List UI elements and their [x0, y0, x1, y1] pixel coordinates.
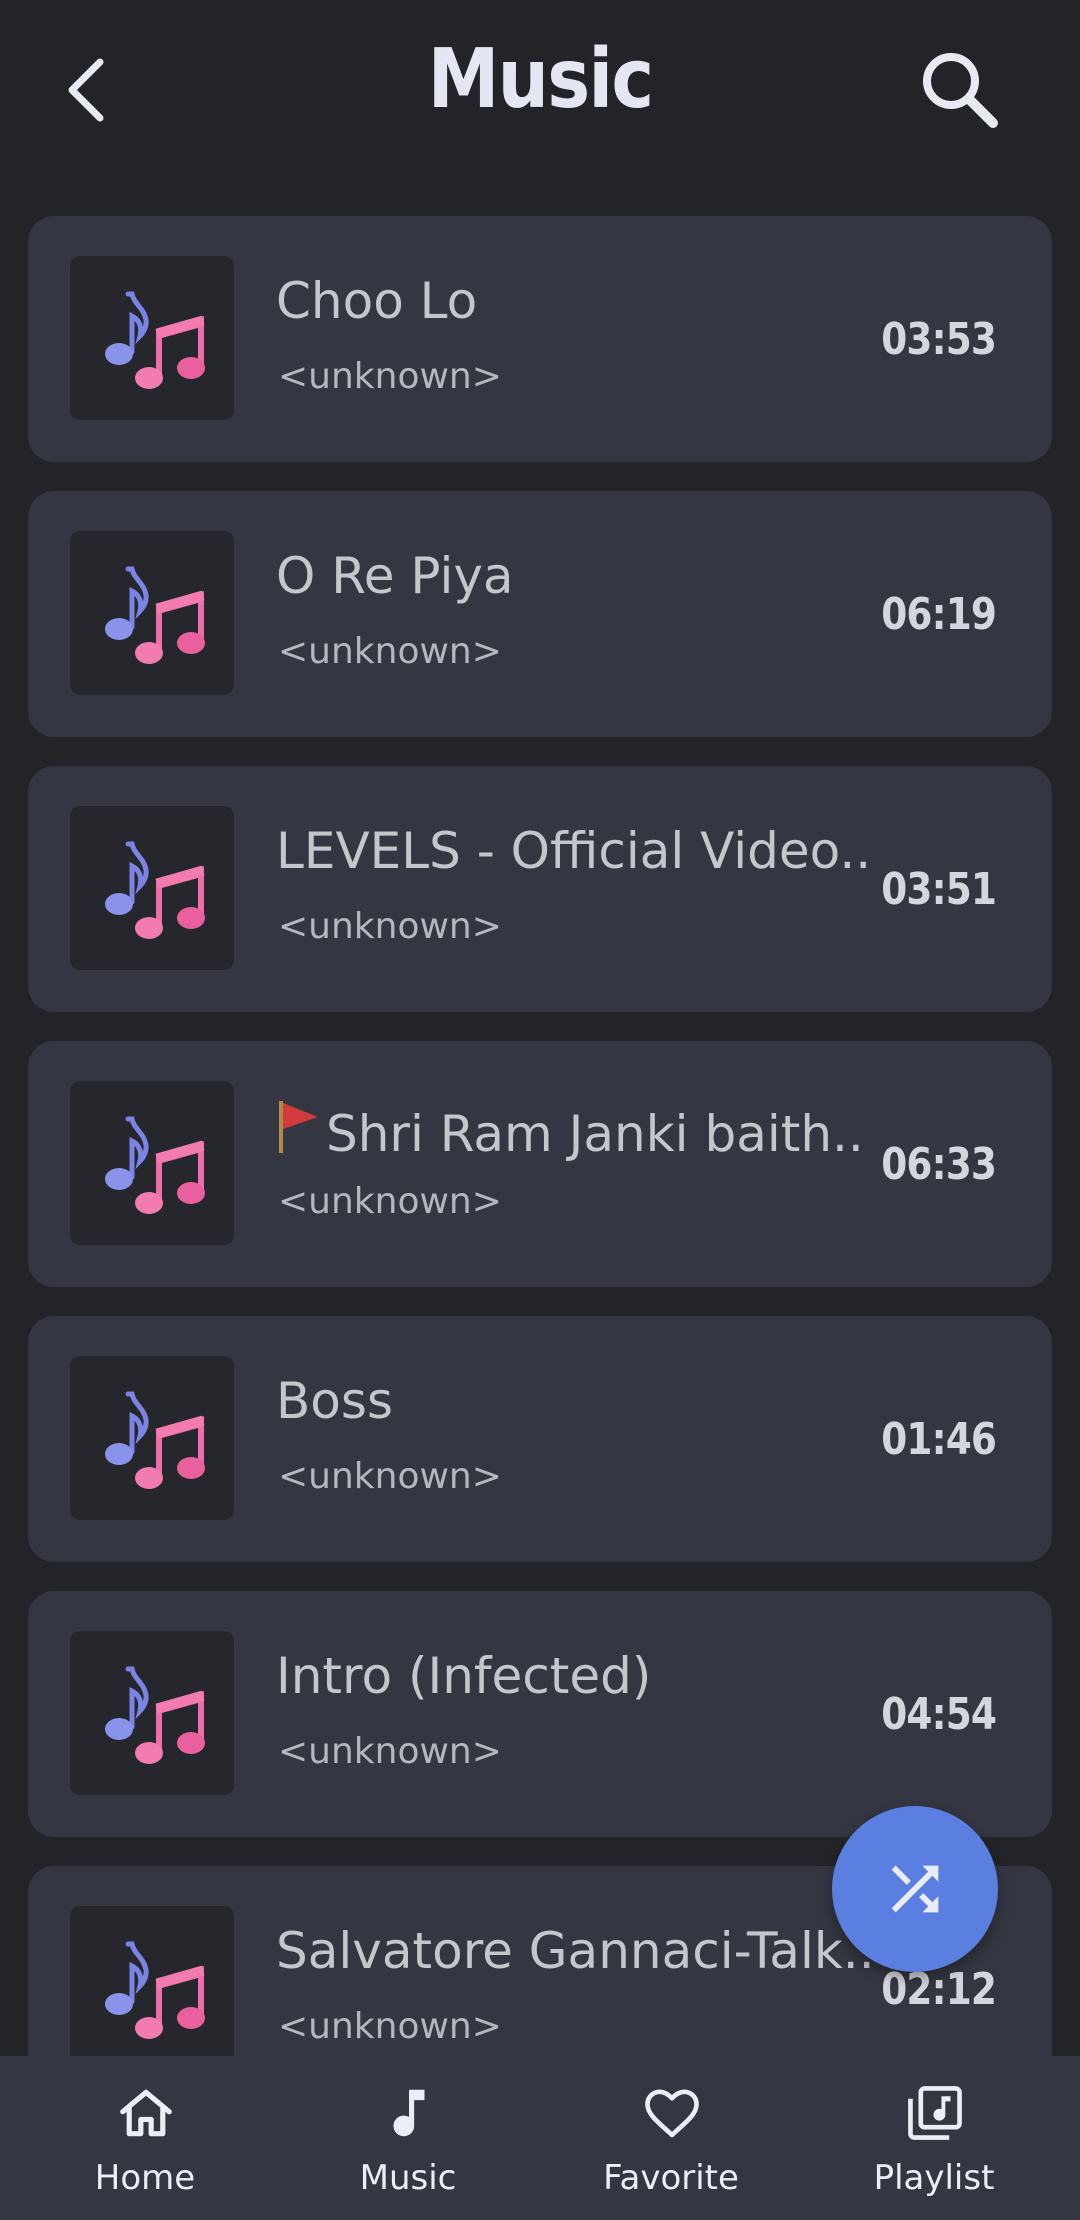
nav-favorite[interactable]: Favorite [536, 2056, 806, 2220]
song-artist: <unknown> [278, 1456, 502, 1497]
bottom-navigation: Home Music Favorite Playlist [0, 2056, 1080, 2220]
song-title: Salvatore Gannaci-Talk.. [276, 1922, 896, 1980]
song-artist: <unknown> [278, 1731, 502, 1772]
song-title-text: Boss [276, 1372, 393, 1430]
song-title-text: Shri Ram Janki baith.. [326, 1105, 864, 1163]
song-duration: 06:19 [881, 589, 997, 640]
search-icon [923, 53, 998, 128]
song-artist: <unknown> [278, 906, 502, 947]
music-notes-icon [105, 1941, 205, 2039]
album-art-thumbnail [70, 1906, 234, 2070]
song-title-text: LEVELS - Official Video.. [276, 822, 872, 880]
song-title: Shri Ram Janki baith.. [276, 1097, 896, 1163]
song-title-text: Intro (Infected) [276, 1647, 652, 1705]
song-artist: <unknown> [278, 356, 502, 397]
song-title: Intro (Infected) [276, 1647, 896, 1705]
song-card[interactable]: O Re Piya <unknown> 06:19 [28, 491, 1052, 737]
nav-playlist[interactable]: Playlist [799, 2056, 1069, 2220]
nav-home-label: Home [94, 2158, 196, 2198]
song-card[interactable]: Choo Lo <unknown> 03:53 [28, 216, 1052, 462]
music-notes-icon [105, 566, 205, 664]
album-art-thumbnail [70, 531, 234, 695]
song-title-text: O Re Piya [276, 547, 514, 605]
song-card[interactable]: LEVELS - Official Video.. <unknown> 03:5… [28, 766, 1052, 1012]
album-art-thumbnail [70, 1631, 234, 1795]
home-icon [120, 2089, 172, 2137]
music-notes-icon [105, 841, 205, 939]
song-title: O Re Piya [276, 547, 896, 605]
music-note-icon [393, 2089, 425, 2137]
song-card[interactable]: Intro (Infected) <unknown> 04:54 [28, 1591, 1052, 1837]
song-duration: 01:46 [881, 1414, 997, 1465]
album-art-thumbnail [70, 256, 234, 420]
song-title: Boss [276, 1372, 896, 1430]
nav-playlist-label: Playlist [873, 2158, 995, 2198]
heart-icon [645, 2089, 699, 2138]
song-duration: 03:51 [881, 864, 997, 915]
nav-home[interactable]: Home [10, 2056, 280, 2220]
album-art-thumbnail [70, 806, 234, 970]
song-title: LEVELS - Official Video.. [276, 822, 896, 880]
music-notes-icon [105, 1666, 205, 1764]
shuffle-button[interactable] [832, 1806, 998, 1972]
page-title: Music [427, 32, 655, 127]
nav-music[interactable]: Music [273, 2056, 543, 2220]
music-notes-icon [105, 291, 205, 389]
nav-music-label: Music [359, 2158, 457, 2198]
playlist-icon [908, 2086, 962, 2140]
song-duration: 06:33 [881, 1139, 997, 1190]
search-button[interactable] [915, 45, 1005, 135]
nav-favorite-label: Favorite [603, 2158, 739, 2198]
song-card[interactable]: Boss <unknown> 01:46 [28, 1316, 1052, 1562]
song-title: Choo Lo [276, 272, 896, 330]
red-flag-icon [279, 1101, 318, 1153]
music-notes-icon [105, 1116, 205, 1214]
top-app-bar: Music [0, 0, 1080, 180]
song-duration: 04:54 [881, 1689, 997, 1740]
song-artist: <unknown> [278, 631, 502, 672]
song-duration: 03:53 [881, 314, 997, 365]
song-duration: 02:12 [881, 1964, 997, 2015]
song-artist: <unknown> [278, 2006, 502, 2047]
song-title-text: Salvatore Gannaci-Talk.. [276, 1922, 875, 1980]
music-notes-icon [105, 1391, 205, 1489]
album-art-thumbnail [70, 1356, 234, 1520]
song-artist: <unknown> [278, 1181, 502, 1222]
shuffle-icon [891, 1865, 939, 1913]
album-art-thumbnail [70, 1081, 234, 1245]
song-card[interactable]: Shri Ram Janki baith.. <unknown> 06:33 [28, 1041, 1052, 1287]
song-title-text: Choo Lo [276, 272, 478, 330]
